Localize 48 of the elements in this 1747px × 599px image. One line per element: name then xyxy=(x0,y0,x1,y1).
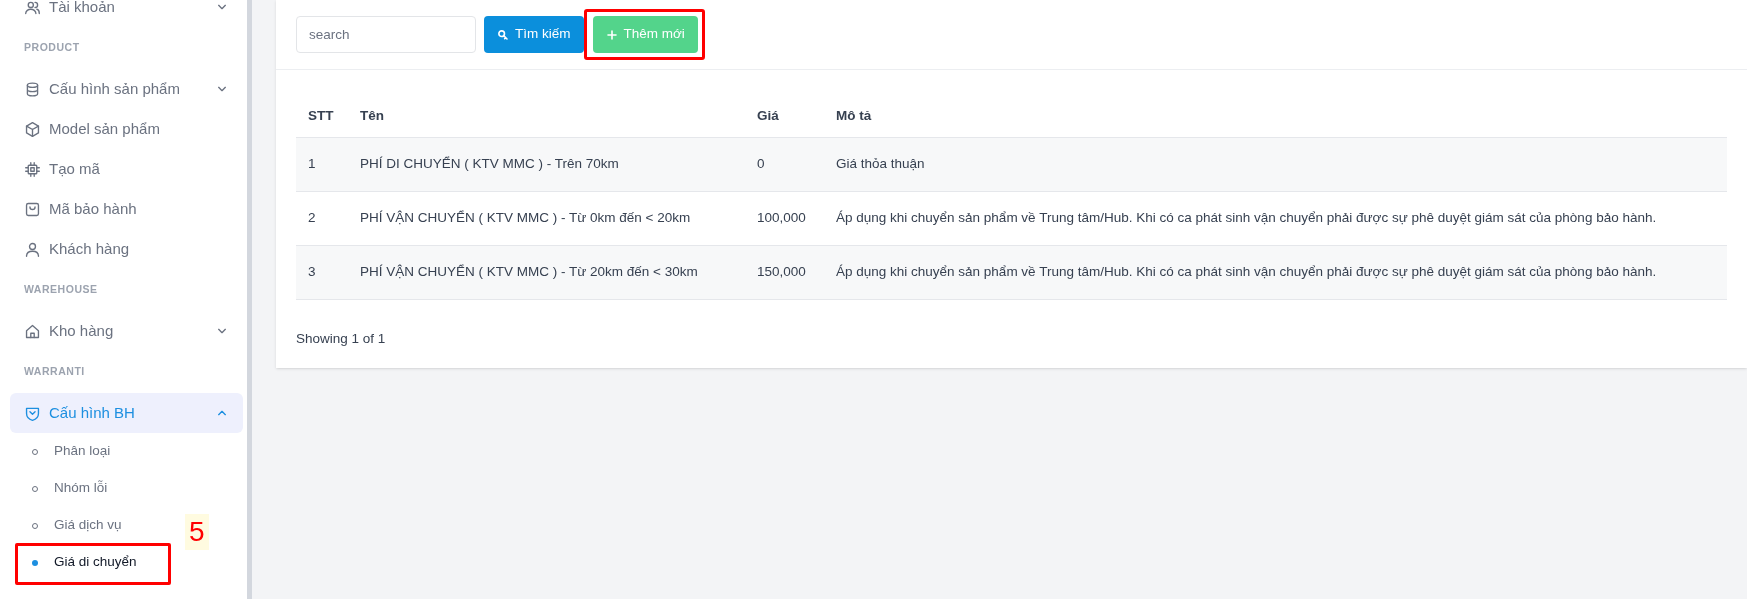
search-button[interactable]: Tìm kiếm xyxy=(484,16,584,53)
table-cell: 150,000 xyxy=(745,245,824,299)
chevron-icon xyxy=(217,2,227,12)
chevron-icon xyxy=(217,408,227,418)
sidebar-item[interactable]: Kho hàng xyxy=(10,311,243,351)
search-field[interactable]: search xyxy=(296,16,476,53)
sidebar-item[interactable]: Cấu hình sản phẩm xyxy=(10,69,243,109)
table-cell: 100,000 xyxy=(745,191,824,245)
sidebar-item[interactable]: Tạo mã xyxy=(10,149,243,189)
submenu-item[interactable]: Giá di chuyển xyxy=(32,544,137,581)
table-cell: 0 xyxy=(745,137,824,191)
table-cell: 2 xyxy=(296,191,348,245)
column-header: STT xyxy=(296,95,348,137)
search-icon xyxy=(497,28,509,41)
database-icon xyxy=(24,80,41,98)
sidebar-item[interactable]: Mã bảo hành xyxy=(10,189,243,229)
sidebar-item[interactable]: Tài khoản xyxy=(10,0,243,27)
annotation-number: 5 xyxy=(185,514,209,550)
section-heading: WARRANTI xyxy=(23,364,86,380)
chip-icon xyxy=(24,160,41,178)
users-icon xyxy=(24,0,41,16)
column-header: Giá xyxy=(745,95,824,137)
submenu-item[interactable]: Giá dịch vụ xyxy=(32,507,122,544)
sidebar-item[interactable]: Model sản phẩm xyxy=(10,109,243,149)
table-cell: Áp dụng khi chuyển sản phẩm về Trung tâm/Hub. Khi có ca phát sinh vận chuyển phải được sự phê duyệt giám sát của phòng bảo hành. xyxy=(824,191,1727,245)
section-heading: WAREHOUSE xyxy=(23,282,99,298)
home-icon xyxy=(24,322,41,340)
table-cell: PHÍ DI CHUYỂN ( KTV MMC ) - Trên 70km xyxy=(348,137,745,191)
table-cell: 3 xyxy=(296,245,348,299)
user-icon xyxy=(24,240,41,258)
column-header: Mô tả xyxy=(824,95,1727,137)
submenu-item[interactable]: Nhóm lỗi xyxy=(32,470,108,507)
plus-icon xyxy=(605,28,618,41)
bag-icon xyxy=(24,200,41,218)
table-cell: Áp dụng khi chuyển sản phẩm về Trung tâm/Hub. Khi có ca phát sinh vận chuyển phải được sự phê duyệt giám sát của phòng bảo hành. xyxy=(824,245,1727,299)
section-heading: PRODUCT xyxy=(23,40,81,56)
sidebar-item[interactable]: Khách hàng xyxy=(10,229,243,269)
table-cell: PHÍ VẬN CHUYỂN ( KTV MMC ) - Từ 0km đến < 20km xyxy=(348,191,745,245)
pagination-info: Showing 1 of 1 xyxy=(296,330,386,346)
table-cell: 1 xyxy=(296,137,348,191)
cube-icon xyxy=(24,120,41,138)
chevron-icon xyxy=(217,326,227,336)
column-header: Tên xyxy=(348,95,745,137)
table-cell: PHÍ VẬN CHUYỂN ( KTV MMC ) - Từ 20km đến < 30km xyxy=(348,245,745,299)
submenu-item[interactable]: Phân loại xyxy=(32,433,111,470)
table-cell: Giá thỏa thuận xyxy=(824,137,1727,191)
chevron-icon xyxy=(217,84,227,94)
sidebar-item[interactable]: Cấu hình BH xyxy=(10,393,243,433)
